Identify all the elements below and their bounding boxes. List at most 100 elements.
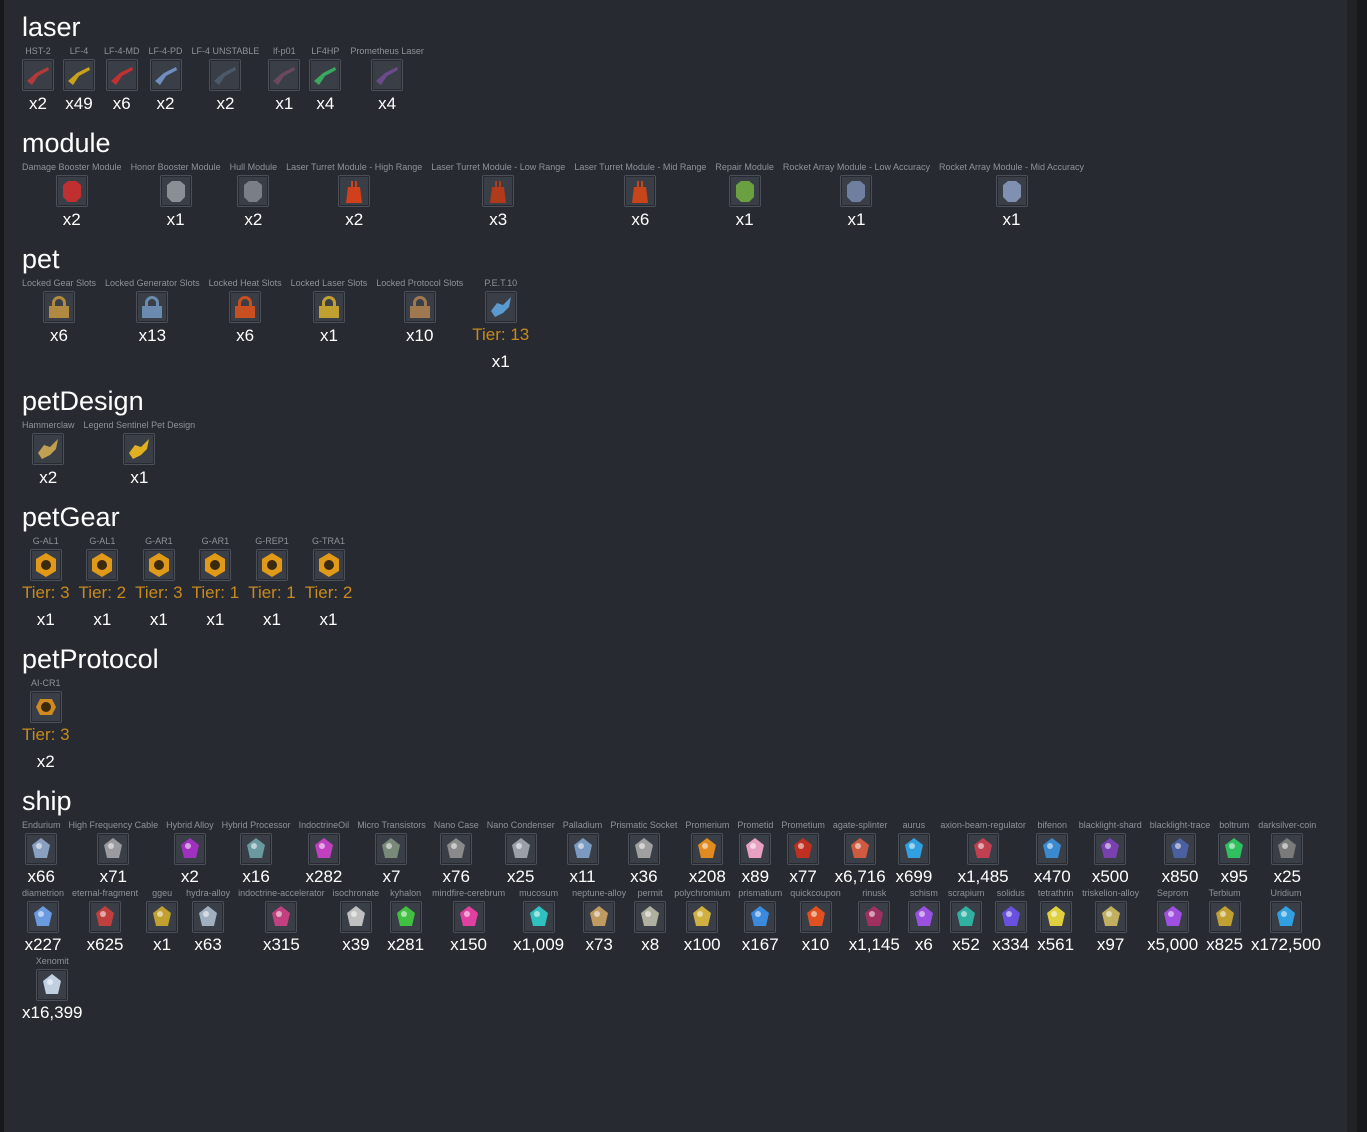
resource-icon[interactable] <box>858 901 891 933</box>
inventory-item[interactable]: tetrathrin x561 <box>1037 888 1074 956</box>
resource-icon[interactable] <box>339 901 372 933</box>
inventory-item[interactable]: Laser Turret Module - High Range x2 <box>286 162 422 232</box>
resource-icon[interactable] <box>744 901 777 933</box>
resource-icon[interactable] <box>89 901 122 933</box>
resource-icon[interactable] <box>627 833 660 865</box>
inventory-item[interactable]: Hull Module x2 <box>230 162 278 232</box>
inventory-item[interactable]: neptune-alloy x73 <box>572 888 626 956</box>
inventory-item[interactable]: G-REP1 Tier: 1 x1 <box>248 536 296 632</box>
resource-icon[interactable] <box>192 901 225 933</box>
inventory-item[interactable]: IndoctrineOil x282 <box>299 820 350 888</box>
resource-icon[interactable] <box>25 833 58 865</box>
resource-icon[interactable] <box>504 833 537 865</box>
inventory-item[interactable]: Locked Laser Slots x1 <box>291 278 368 348</box>
inventory-item[interactable]: polychromium x100 <box>674 888 730 956</box>
resource-icon[interactable] <box>522 901 555 933</box>
inventory-item[interactable]: Honor Booster Module x1 <box>131 162 221 232</box>
resource-icon[interactable] <box>1094 833 1127 865</box>
module-icon[interactable] <box>728 175 761 207</box>
module-icon[interactable] <box>159 175 192 207</box>
inventory-item[interactable]: Legend Sentinel Pet Design x1 <box>84 420 196 490</box>
resource-icon[interactable] <box>97 833 130 865</box>
resource-icon[interactable] <box>440 833 473 865</box>
resource-icon[interactable] <box>967 833 1000 865</box>
inventory-item[interactable]: Laser Turret Module - Low Range x3 <box>431 162 565 232</box>
laser-icon[interactable] <box>105 59 138 91</box>
inventory-item[interactable]: High Frequency Cable x71 <box>69 820 159 888</box>
inventory-item[interactable]: Nano Case x76 <box>434 820 479 888</box>
resource-icon[interactable] <box>1039 901 1072 933</box>
lock-icon[interactable] <box>136 291 169 323</box>
laser-icon[interactable] <box>149 59 182 91</box>
resource-icon[interactable] <box>1218 833 1251 865</box>
laser-icon[interactable] <box>371 59 404 91</box>
inventory-item[interactable]: Locked Heat Slots x6 <box>209 278 282 348</box>
inventory-item[interactable]: Micro Transistors x7 <box>357 820 426 888</box>
inventory-item[interactable]: eternal-fragment x625 <box>72 888 138 956</box>
gear-icon[interactable] <box>86 549 119 581</box>
inventory-item[interactable]: Locked Generator Slots x13 <box>105 278 200 348</box>
inventory-item[interactable]: LF-4-MD x6 <box>104 46 140 116</box>
inventory-item[interactable]: mucosum x1,009 <box>513 888 564 956</box>
inventory-item[interactable]: rinusk x1,145 <box>849 888 900 956</box>
lock-icon[interactable] <box>403 291 436 323</box>
laser-icon[interactable] <box>22 59 54 91</box>
turret-icon[interactable] <box>624 175 657 207</box>
inventory-item[interactable]: Rocket Array Module - Low Accuracy x1 <box>783 162 930 232</box>
pet-icon[interactable] <box>484 291 517 323</box>
inventory-item[interactable]: quickcoupon x10 <box>790 888 841 956</box>
gear-icon[interactable] <box>142 549 175 581</box>
resource-icon[interactable] <box>634 901 667 933</box>
resource-icon[interactable] <box>36 969 69 1001</box>
inventory-item[interactable]: HST-2 x2 <box>22 46 54 116</box>
inventory-item[interactable]: Laser Turret Module - Mid Range x6 <box>574 162 706 232</box>
inventory-item[interactable]: Seprom x5,000 <box>1147 888 1198 956</box>
inventory-item[interactable]: LF-4-PD x2 <box>149 46 183 116</box>
wrench-icon[interactable] <box>255 549 288 581</box>
inventory-item[interactable]: triskelion-alloy x97 <box>1082 888 1139 956</box>
turret-icon[interactable] <box>338 175 371 207</box>
resource-icon[interactable] <box>566 833 599 865</box>
inventory-item[interactable]: prismatium x167 <box>738 888 782 956</box>
laser-icon[interactable] <box>209 59 242 91</box>
inventory-item[interactable]: solidus x334 <box>992 888 1029 956</box>
gear-icon[interactable] <box>199 549 232 581</box>
inventory-item[interactable]: Prometium x77 <box>781 820 825 888</box>
inventory-item[interactable]: G-AL1 Tier: 3 x1 <box>22 536 70 632</box>
inventory-item[interactable]: hydra-alloy x63 <box>186 888 230 956</box>
inventory-item[interactable]: G-TRA1 Tier: 2 x1 <box>305 536 353 632</box>
inventory-item[interactable]: Nano Condenser x25 <box>487 820 555 888</box>
resource-icon[interactable] <box>452 901 485 933</box>
inventory-item[interactable]: Rocket Array Module - Mid Accuracy x1 <box>939 162 1084 232</box>
pet-design-icon[interactable] <box>32 433 65 465</box>
inventory-item[interactable]: LF4HP x4 <box>309 46 342 116</box>
laser-icon[interactable] <box>309 59 342 91</box>
lock-icon[interactable] <box>43 291 76 323</box>
inventory-item[interactable]: P.E.T.10 Tier: 13 x1 <box>472 278 529 374</box>
resource-icon[interactable] <box>389 901 422 933</box>
inventory-item[interactable]: kyhalon x281 <box>387 888 424 956</box>
inventory-item[interactable]: Terbium x825 <box>1206 888 1243 956</box>
module-icon[interactable] <box>995 175 1028 207</box>
inventory-item[interactable]: aurus x699 <box>895 820 932 888</box>
resource-icon[interactable] <box>1156 901 1189 933</box>
gear-icon[interactable] <box>312 549 345 581</box>
inventory-item[interactable]: Prismatic Socket x36 <box>610 820 677 888</box>
resource-icon[interactable] <box>799 901 832 933</box>
inventory-item[interactable]: AI-CR1 Tier: 3 x2 <box>22 678 70 774</box>
inventory-item[interactable]: Xenomit x16,399 <box>22 956 83 1024</box>
inventory-item[interactable]: indoctrine-accelerator x315 <box>238 888 325 956</box>
resource-icon[interactable] <box>375 833 408 865</box>
resource-icon[interactable] <box>950 901 983 933</box>
inventory-item[interactable]: boltrum x95 <box>1218 820 1251 888</box>
resource-icon[interactable] <box>27 901 60 933</box>
inventory-item[interactable]: blacklight-shard x500 <box>1079 820 1142 888</box>
resource-icon[interactable] <box>787 833 820 865</box>
scrollbar[interactable] <box>1347 0 1357 1132</box>
lock-icon[interactable] <box>229 291 262 323</box>
resource-icon[interactable] <box>739 833 772 865</box>
resource-icon[interactable] <box>907 901 940 933</box>
inventory-item[interactable]: Palladium x11 <box>563 820 603 888</box>
resource-icon[interactable] <box>1164 833 1197 865</box>
module-icon[interactable] <box>840 175 873 207</box>
